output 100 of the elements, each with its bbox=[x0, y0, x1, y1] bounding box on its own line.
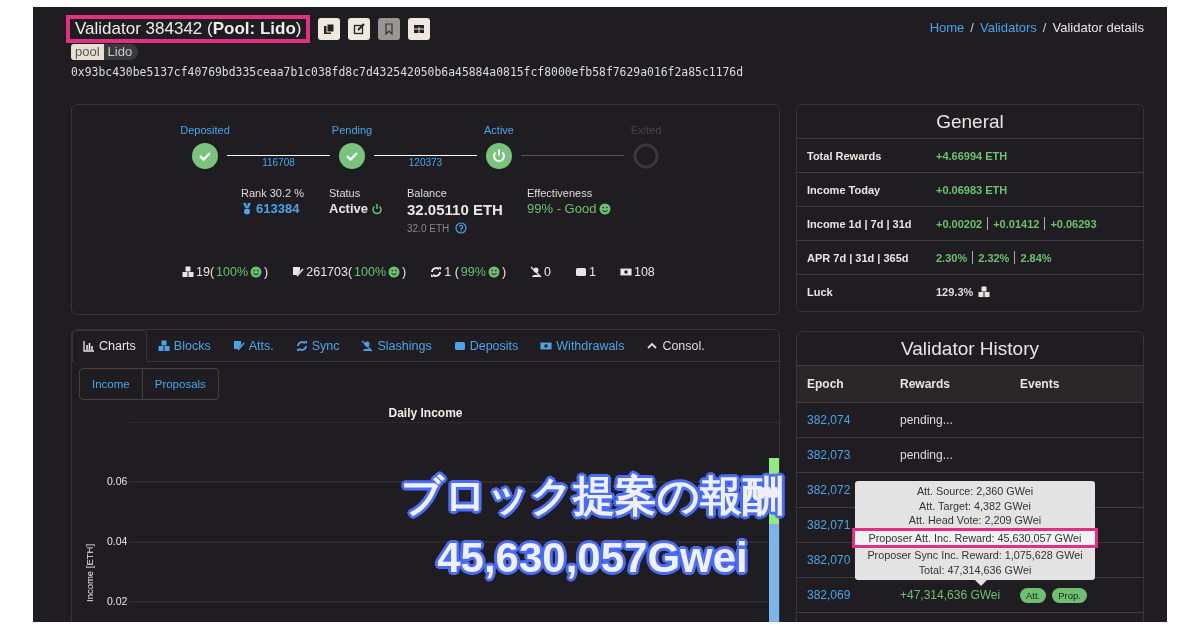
tooltip-line: Proposer Sync Inc. Reward: 1,075,628 GWei bbox=[866, 548, 1084, 563]
empty-circle-icon bbox=[633, 143, 659, 169]
signature-icon bbox=[232, 340, 245, 352]
row-value: 2.32% bbox=[978, 251, 1010, 264]
chart-tab[interactable]: Proposals bbox=[141, 369, 218, 399]
breadcrumb-current: Validator details bbox=[1052, 20, 1144, 35]
parenthesis: ) bbox=[264, 265, 269, 279]
tab[interactable]: Blocks bbox=[146, 330, 222, 362]
chart-tab[interactable]: Income bbox=[80, 369, 142, 399]
tab[interactable]: Atts. bbox=[221, 330, 285, 362]
status-value: Active bbox=[329, 201, 369, 216]
column-header: Events bbox=[1020, 377, 1060, 391]
sync-icon bbox=[430, 266, 443, 278]
y-axis-label: Income [ETH] bbox=[84, 542, 95, 602]
check-circle-icon bbox=[192, 143, 218, 169]
effective-balance: 32.0 ETH bbox=[407, 222, 450, 234]
counter-value: 1 ( bbox=[444, 265, 459, 279]
breadcrumb-separator: / bbox=[1042, 20, 1047, 35]
power-icon bbox=[371, 202, 384, 215]
smiley-icon bbox=[250, 266, 263, 278]
breadcrumb-separator: / bbox=[970, 20, 974, 35]
tag: pool bbox=[71, 44, 104, 60]
step-label: Active bbox=[484, 124, 514, 136]
table-button[interactable] bbox=[408, 18, 431, 40]
event-badge: Prop. bbox=[1052, 587, 1087, 603]
tag: Lido bbox=[103, 44, 139, 60]
tab[interactable]: Consol. bbox=[635, 330, 716, 362]
column-header: Rewards bbox=[900, 377, 952, 391]
epoch-link[interactable]: 382,073 bbox=[797, 448, 900, 462]
epoch-link[interactable]: 382,074 bbox=[797, 413, 900, 427]
reward-value: +47,314,636 GWei bbox=[900, 588, 1001, 602]
tab[interactable]: Withdrawals bbox=[529, 330, 636, 362]
cubes-icon bbox=[157, 340, 170, 352]
tab[interactable]: Sync bbox=[284, 330, 351, 362]
tab[interactable]: Charts bbox=[72, 330, 147, 362]
medal-icon bbox=[241, 202, 253, 215]
row-value: +4.66994 ETH bbox=[936, 149, 1008, 162]
caption-text: 45,630,057Gwei bbox=[436, 533, 749, 583]
counter-value: 1 bbox=[589, 265, 596, 279]
card-title: General bbox=[797, 105, 1143, 139]
effectiveness-value: 99% - Good bbox=[527, 201, 597, 216]
balance-value: 32.05110 ETH bbox=[407, 201, 504, 218]
epoch-number[interactable]: 116708 bbox=[262, 157, 295, 168]
y-tick-label: 0.06 bbox=[107, 475, 128, 487]
row-label: APR 7d | 31d | 365d bbox=[807, 251, 910, 264]
wallet-icon bbox=[575, 266, 587, 278]
check-circle-icon bbox=[339, 143, 365, 169]
row-label: Luck bbox=[807, 285, 834, 298]
percentage: 100% bbox=[216, 265, 249, 279]
row-label: Income 1d | 7d | 31d bbox=[807, 217, 913, 230]
percentage: 99% bbox=[460, 265, 486, 279]
smiley-icon bbox=[599, 202, 612, 215]
row-label: Total Rewards bbox=[807, 149, 883, 162]
table-icon bbox=[413, 23, 426, 35]
row-value: +0.06293 bbox=[1050, 217, 1097, 230]
copy-button[interactable] bbox=[318, 18, 341, 40]
money-icon bbox=[540, 340, 553, 352]
parenthesis: ) bbox=[501, 265, 507, 279]
edit-button[interactable] bbox=[348, 18, 371, 40]
sync-icon bbox=[295, 340, 308, 352]
epoch-link[interactable]: 382,069 bbox=[797, 588, 900, 602]
breadcrumb-link[interactable]: Validators bbox=[980, 20, 1037, 35]
rank-value[interactable]: 613384 bbox=[256, 201, 300, 216]
row-value: +0.00202 bbox=[936, 217, 983, 230]
column-header: Epoch bbox=[806, 377, 845, 391]
counter-value: 108 bbox=[633, 265, 655, 279]
bookmark-icon bbox=[383, 23, 396, 35]
tab[interactable]: Slashings bbox=[350, 330, 443, 362]
breadcrumb-link[interactable]: Home bbox=[929, 20, 965, 35]
power-circle-icon bbox=[486, 143, 512, 169]
y-tick-label: 0.02 bbox=[107, 595, 128, 607]
reward-value: pending... bbox=[900, 448, 953, 462]
tooltip-line: Att. Source: 2,360 GWei bbox=[915, 484, 1035, 499]
cubes-icon bbox=[978, 285, 991, 298]
stat-label: Rank 30.2 % bbox=[241, 187, 305, 199]
public-key: 0x93bc430be5137cf40769bd335ceaa7b1c038fd8c7d432542050b6a45884a0815fcf8000efb58f7629a016f2a85c1176d bbox=[71, 65, 744, 79]
validator-title: Validator 384342 (Pool: Lido) bbox=[75, 19, 302, 39]
slashed-user-icon bbox=[361, 340, 374, 352]
money-icon bbox=[619, 266, 632, 278]
counter-value: 261703( bbox=[306, 265, 353, 279]
y-tick-label: 0.04 bbox=[107, 535, 128, 547]
bar-chart-icon bbox=[83, 340, 95, 352]
tab[interactable]: Deposits bbox=[442, 330, 530, 362]
help-icon bbox=[455, 222, 468, 234]
event-badge: Att. bbox=[1020, 587, 1047, 603]
step-label: Pending bbox=[331, 124, 373, 136]
tooltip-line: Total: 47,314,636 GWei bbox=[917, 562, 1033, 577]
signature-icon bbox=[292, 266, 305, 278]
tooltip-line: Att. Target: 4,382 GWei bbox=[918, 498, 1032, 513]
cubes-icon bbox=[182, 266, 194, 278]
row-value: +0.01412 bbox=[993, 217, 1040, 230]
parenthesis: ) bbox=[402, 265, 407, 279]
epoch-number[interactable]: 120373 bbox=[408, 157, 443, 168]
stat-label: Balance bbox=[407, 187, 448, 199]
stat-label: Status bbox=[329, 187, 362, 199]
row-value: 2.84% bbox=[1020, 251, 1052, 264]
copy-icon bbox=[323, 23, 336, 35]
counter-value: 19( bbox=[196, 265, 215, 279]
reward-value: pending... bbox=[900, 413, 953, 427]
stat-label: Effectiveness bbox=[527, 187, 594, 199]
